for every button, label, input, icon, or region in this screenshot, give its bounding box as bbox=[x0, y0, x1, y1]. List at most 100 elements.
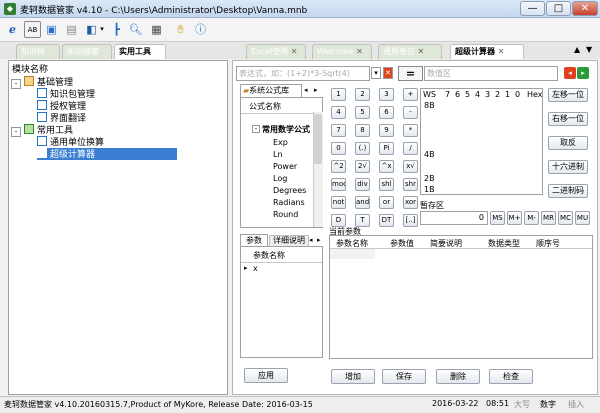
param-column-header[interactable]: 简要说明 bbox=[430, 238, 462, 249]
keypad-key[interactable]: 6 bbox=[379, 106, 394, 119]
formula-item[interactable]: Ln bbox=[273, 150, 283, 159]
tree-node-common-tools[interactable]: - 常用工具 bbox=[11, 124, 73, 137]
minimize-button[interactable]: — bbox=[520, 1, 545, 16]
dropdown-icon[interactable]: ▾ bbox=[98, 21, 106, 38]
keypad-key[interactable]: 8 bbox=[355, 124, 370, 137]
collapse-icon[interactable]: - bbox=[11, 79, 21, 89]
search-icon[interactable]: 🔍︎ bbox=[127, 21, 144, 38]
formula-item[interactable]: Power bbox=[273, 162, 297, 171]
keypad-key[interactable]: 3 bbox=[379, 88, 394, 101]
delete-button[interactable]: 删除 bbox=[436, 369, 480, 384]
expression-input[interactable]: 表达式，如：(1+2)*3-Sqrt(4) bbox=[236, 66, 370, 81]
keypad-key[interactable]: div bbox=[355, 178, 370, 191]
memory-button[interactable]: MC bbox=[558, 211, 573, 225]
check-button[interactable]: 检查 bbox=[489, 369, 533, 384]
e-icon[interactable]: ℯ bbox=[4, 21, 21, 38]
keypad-key[interactable]: / bbox=[403, 142, 418, 155]
value-input[interactable]: 数值区 bbox=[424, 66, 558, 81]
save-button[interactable]: 保存 bbox=[382, 369, 426, 384]
apply-button[interactable]: 应用 bbox=[244, 368, 288, 383]
negate-button[interactable]: 取反 bbox=[548, 136, 588, 150]
tree-icon[interactable]: ┣ bbox=[108, 21, 125, 38]
tab-knowledge-search[interactable]: 知识搜索 bbox=[62, 44, 112, 59]
tab-knowledge-tree[interactable]: 知识树 bbox=[16, 44, 60, 59]
formula-item[interactable]: Log bbox=[273, 174, 287, 183]
keypad-key[interactable]: + bbox=[403, 88, 418, 101]
maximize-button[interactable]: □ bbox=[546, 1, 571, 16]
formula-group[interactable]: 常用数学公式 bbox=[262, 124, 312, 135]
shift-left-button[interactable]: 左移一位 bbox=[548, 88, 588, 102]
tree-node-super-calculator[interactable]: 超级计算器 bbox=[37, 148, 177, 160]
collapse-icon[interactable]: - bbox=[11, 127, 21, 137]
close-icon[interactable]: ✕ bbox=[418, 47, 425, 56]
keypad-key[interactable]: 2 bbox=[355, 88, 370, 101]
formula-item[interactable]: Degrees bbox=[273, 186, 306, 195]
keypad-key[interactable]: Pi bbox=[379, 142, 394, 155]
document-icon[interactable]: ▤ bbox=[63, 21, 80, 38]
close-icon[interactable]: ✕ bbox=[291, 47, 298, 56]
forward-icon[interactable]: ▸ bbox=[577, 67, 589, 79]
tree-node-unit-conversion[interactable]: 通用单位换算 bbox=[37, 136, 104, 148]
keypad-key[interactable]: not bbox=[331, 196, 346, 209]
shift-right-button[interactable]: 右移一位 bbox=[548, 112, 588, 126]
tab-unit[interactable]: 通用单位 ✕ bbox=[378, 44, 442, 59]
keypad-key[interactable]: 7 bbox=[331, 124, 346, 137]
keypad-key[interactable]: (.) bbox=[355, 142, 370, 155]
tab-params[interactable]: 参数 bbox=[240, 234, 268, 246]
formula-item[interactable]: Exp bbox=[273, 138, 288, 147]
param-column-header[interactable]: 顺序号 bbox=[536, 238, 560, 249]
tab-details[interactable]: 详细说明 bbox=[269, 235, 309, 246]
tree-node-license-admin[interactable]: 授权管理 bbox=[37, 100, 86, 112]
tab-super-calculator[interactable]: 超级计算器 ✕ bbox=[450, 44, 524, 59]
keypad-key[interactable]: or bbox=[379, 196, 394, 209]
keypad-key[interactable]: mod bbox=[331, 178, 346, 191]
keypad-key[interactable]: 5 bbox=[355, 106, 370, 119]
tree-node-ui-translation[interactable]: 界面翻译 bbox=[37, 112, 86, 124]
tab-welcome[interactable]: Welcome ✕ bbox=[312, 44, 372, 59]
close-icon[interactable]: ✕ bbox=[498, 47, 505, 56]
binary-button[interactable]: 二进制码 bbox=[548, 184, 588, 198]
keypad-key[interactable]: 4 bbox=[331, 106, 346, 119]
memory-button[interactable]: MS bbox=[490, 211, 505, 225]
tab-next-icon[interactable]: ▸ bbox=[314, 86, 322, 95]
scroll-down-icon[interactable]: ▼ bbox=[586, 45, 592, 54]
keypad-key[interactable]: ^x bbox=[379, 160, 394, 173]
keypad-key[interactable]: xor bbox=[403, 196, 418, 209]
tab-next-icon[interactable]: ▸ bbox=[317, 236, 321, 244]
scroll-up-icon[interactable]: ▲ bbox=[574, 45, 580, 54]
keypad-key[interactable]: shr bbox=[403, 178, 418, 191]
dropdown-icon[interactable]: ▾ bbox=[371, 67, 381, 79]
tab-prev-icon[interactable]: ◂ bbox=[304, 86, 312, 95]
scrollbar-thumb[interactable] bbox=[314, 114, 322, 164]
memory-button[interactable]: M+ bbox=[507, 211, 522, 225]
keypad-key[interactable]: 9 bbox=[379, 124, 394, 137]
add-button[interactable]: 增加 bbox=[331, 369, 375, 384]
keypad-key[interactable]: ^2 bbox=[331, 160, 346, 173]
keypad-key[interactable]: 2√ bbox=[355, 160, 370, 173]
text-icon[interactable]: AB bbox=[24, 21, 41, 38]
equals-button[interactable]: = bbox=[398, 66, 423, 81]
back-icon[interactable]: ◂ bbox=[564, 67, 576, 79]
memory-value[interactable]: 0 bbox=[420, 211, 488, 225]
keypad-key[interactable]: x√ bbox=[403, 160, 418, 173]
tab-prev-icon[interactable]: ◂ bbox=[309, 236, 313, 244]
tree-node-package-admin[interactable]: 知识包管理 bbox=[37, 88, 95, 100]
collapse-icon[interactable]: - bbox=[252, 125, 260, 133]
plugin-icon[interactable]: ✋︎ bbox=[172, 21, 189, 38]
keypad-key[interactable]: 1 bbox=[331, 88, 346, 101]
param-row[interactable]: x bbox=[253, 264, 258, 273]
param-column-header[interactable]: 参数名称 bbox=[336, 238, 368, 249]
tab-utilities[interactable]: 实用工具 bbox=[114, 44, 166, 59]
tab-formula-library[interactable]: ▰系统公式库 bbox=[240, 84, 302, 97]
formula-item[interactable]: Round bbox=[273, 210, 298, 219]
memory-button[interactable]: MU bbox=[575, 211, 590, 225]
clear-icon[interactable]: ✕ bbox=[383, 67, 393, 79]
save-icon[interactable]: ▣ bbox=[43, 21, 60, 38]
memory-button[interactable]: M- bbox=[524, 211, 539, 225]
formula-item[interactable]: Radians bbox=[273, 198, 305, 207]
tree-node-basic-admin[interactable]: - 基础管理 bbox=[11, 76, 73, 89]
hex-button[interactable]: 十六进制 bbox=[548, 160, 588, 174]
keypad-key[interactable]: - bbox=[403, 106, 418, 119]
close-icon[interactable]: ✕ bbox=[356, 47, 363, 56]
param-column-header[interactable]: 数据类型 bbox=[488, 238, 520, 249]
